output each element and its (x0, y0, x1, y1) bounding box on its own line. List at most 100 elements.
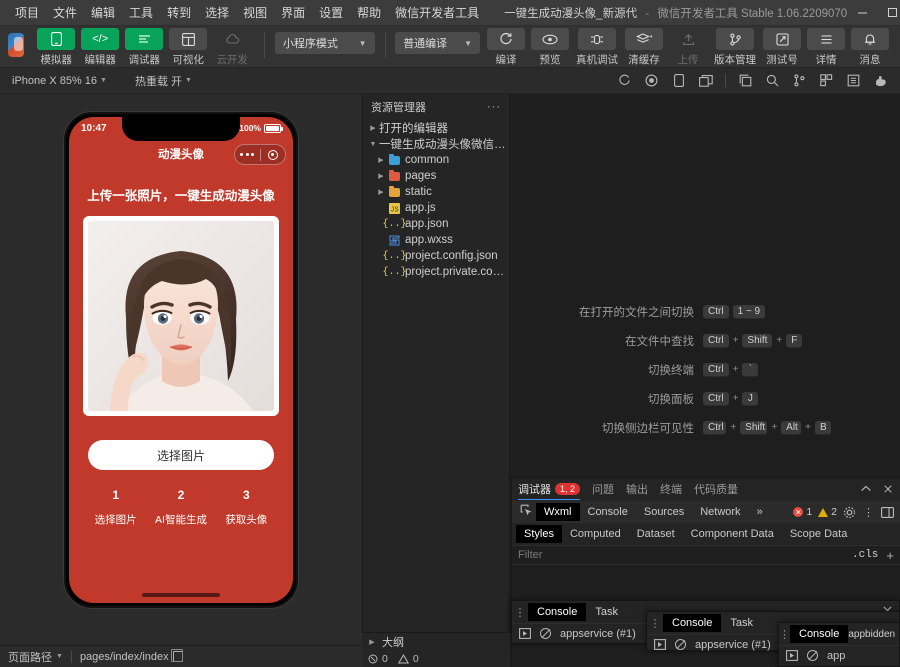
console-3-tab-console[interactable]: Console (790, 625, 849, 643)
more-icon[interactable] (235, 153, 260, 156)
component-data-tab[interactable]: Component Data (683, 525, 782, 543)
record-icon[interactable] (644, 73, 659, 88)
cloud-toggle-button[interactable]: 云开发 (210, 28, 254, 67)
tree-project-root[interactable]: ▼ 一键生成动漫头像微信小程序 (363, 136, 509, 152)
subtab-network[interactable]: Network (692, 503, 748, 521)
rotate-icon[interactable] (617, 73, 632, 88)
tab-code-quality[interactable]: 代码质量 (694, 481, 738, 499)
more-icon[interactable]: ··· (487, 101, 501, 113)
extensions-icon[interactable] (819, 73, 834, 88)
device-selector[interactable]: iPhone X 85% 16 ▼ (8, 75, 111, 87)
compile-button[interactable]: 编译 (484, 28, 528, 67)
tree-item-app-json[interactable]: {..} app.json (363, 216, 509, 232)
page-path-value-group[interactable]: pages/index/index (80, 649, 183, 663)
clear-cache-button[interactable]: ▾ 清缓存 (622, 28, 666, 67)
console-2-target[interactable]: appservice (#1) (695, 639, 771, 651)
simulator-toggle-button[interactable]: 模拟器 (34, 28, 78, 67)
tree-open-editors[interactable]: ▶ 打开的编辑器 (363, 120, 509, 136)
gear-icon[interactable] (843, 506, 856, 519)
device-debug-button[interactable]: 真机调试 (572, 28, 622, 67)
pick-image-button[interactable]: 选择图片 (88, 440, 274, 470)
tree-item-static[interactable]: ▶ static (363, 184, 509, 200)
wechat-capsule-button[interactable] (234, 144, 286, 165)
search-icon[interactable] (765, 73, 780, 88)
test-account-button[interactable]: 测试号 (760, 28, 804, 67)
console-1-tab-console[interactable]: Console (528, 603, 587, 621)
upload-button[interactable]: 上传 (666, 28, 710, 67)
clear-console-icon[interactable] (674, 638, 687, 651)
hot-reload-selector[interactable]: 热重载 开 ▼ (131, 73, 196, 89)
menu-item-project[interactable]: 项目 (8, 1, 46, 24)
subtab-more[interactable]: » (749, 503, 771, 521)
warning-summary[interactable]: 0 (397, 653, 419, 665)
menu-item-select[interactable]: 选择 (198, 1, 236, 24)
clear-console-icon[interactable] (806, 649, 819, 662)
scope-data-tab[interactable]: Scope Data (782, 525, 855, 543)
drag-handle-icon[interactable]: ⋮ (512, 606, 528, 619)
error-summary[interactable]: 0 (368, 653, 388, 665)
window-icon[interactable] (698, 73, 713, 88)
subtab-console[interactable]: Console (580, 503, 636, 521)
menu-item-file[interactable]: 文件 (46, 1, 84, 24)
tree-item-app-wxss[interactable]: app.wxss (363, 232, 509, 248)
subtab-wxml[interactable]: Wxml (536, 503, 580, 521)
copy-icon[interactable] (170, 649, 183, 662)
styles-tab[interactable]: Styles (516, 525, 562, 543)
tab-terminal[interactable]: 终端 (660, 481, 682, 499)
drag-handle-icon[interactable]: ⋮ (647, 617, 663, 630)
maximize-icon[interactable] (877, 0, 900, 26)
menu-item-tools[interactable]: 工具 (122, 1, 160, 24)
mode-select[interactable]: 小程序模式 ▼ (274, 32, 375, 54)
menu-item-view[interactable]: 视图 (236, 1, 274, 24)
tree-item-project-config[interactable]: {..} project.config.json (363, 248, 509, 264)
console-1-tab-task[interactable]: Task (586, 603, 627, 621)
menu-item-devtools[interactable]: 微信开发者工具 (388, 1, 486, 24)
outline-header[interactable]: ▶ 大纲 (362, 633, 510, 650)
tab-output[interactable]: 输出 (626, 481, 648, 499)
context-icon[interactable] (518, 627, 531, 640)
preview-button[interactable]: 预览 (528, 28, 572, 67)
computed-tab[interactable]: Computed (562, 525, 629, 543)
tab-problems[interactable]: 问题 (592, 481, 614, 499)
hand-icon[interactable] (873, 73, 888, 88)
kebab-menu-icon[interactable]: ⋮ (862, 506, 875, 519)
subtab-sources[interactable]: Sources (636, 503, 692, 521)
console-3-target[interactable]: app (827, 650, 845, 662)
dock-icon[interactable] (881, 506, 894, 519)
debugger-toggle-button[interactable]: 调试器 (122, 28, 166, 67)
console-1-target[interactable]: appservice (#1) (560, 628, 636, 640)
context-icon[interactable] (653, 638, 666, 651)
drag-handle-icon[interactable]: ⋮ (779, 628, 790, 641)
cls-button[interactable]: .cls (852, 549, 878, 561)
visual-toggle-button[interactable]: 可视化 (166, 28, 210, 67)
tree-item-app-js[interactable]: JS app.js (363, 200, 509, 216)
messages-button[interactable]: 消息 (848, 28, 892, 67)
tree-item-pages[interactable]: ▶ pages (363, 168, 509, 184)
menu-item-goto[interactable]: 转到 (160, 1, 198, 24)
minimize-icon[interactable] (847, 0, 877, 26)
tree-item-project-private-config[interactable]: {..} project.private.config.js... (363, 264, 510, 280)
error-count[interactable]: ✕ 1 (793, 506, 812, 518)
add-rule-button[interactable]: + (886, 548, 894, 563)
inspect-element-icon[interactable] (516, 504, 536, 520)
close-icon[interactable] (882, 484, 894, 497)
chevron-up-icon[interactable] (860, 484, 872, 497)
compile-select[interactable]: 普通编译 ▼ (395, 32, 480, 54)
warning-count[interactable]: 2 (818, 506, 837, 518)
details-button[interactable]: 详情 (804, 28, 848, 67)
dataset-tab[interactable]: Dataset (629, 525, 683, 543)
context-icon[interactable] (785, 649, 798, 662)
clear-console-icon[interactable] (539, 627, 552, 640)
snippet-icon[interactable] (846, 73, 861, 88)
console-2-tab-task[interactable]: Task (721, 614, 762, 632)
editor-toggle-button[interactable]: </> 编辑器 (78, 28, 122, 67)
console-2-tab-console[interactable]: Console (663, 614, 722, 632)
menu-item-settings[interactable]: 设置 (312, 1, 350, 24)
branch-icon[interactable] (792, 73, 807, 88)
device-icon[interactable] (671, 73, 686, 88)
styles-filter-input[interactable]: Filter (518, 549, 542, 561)
menu-item-interface[interactable]: 界面 (274, 1, 312, 24)
tab-debugger[interactable]: 调试器 1, 2 (518, 481, 581, 500)
menu-item-edit[interactable]: 编辑 (84, 1, 122, 24)
page-path-selector[interactable]: 页面路径 ▼ (8, 649, 63, 665)
